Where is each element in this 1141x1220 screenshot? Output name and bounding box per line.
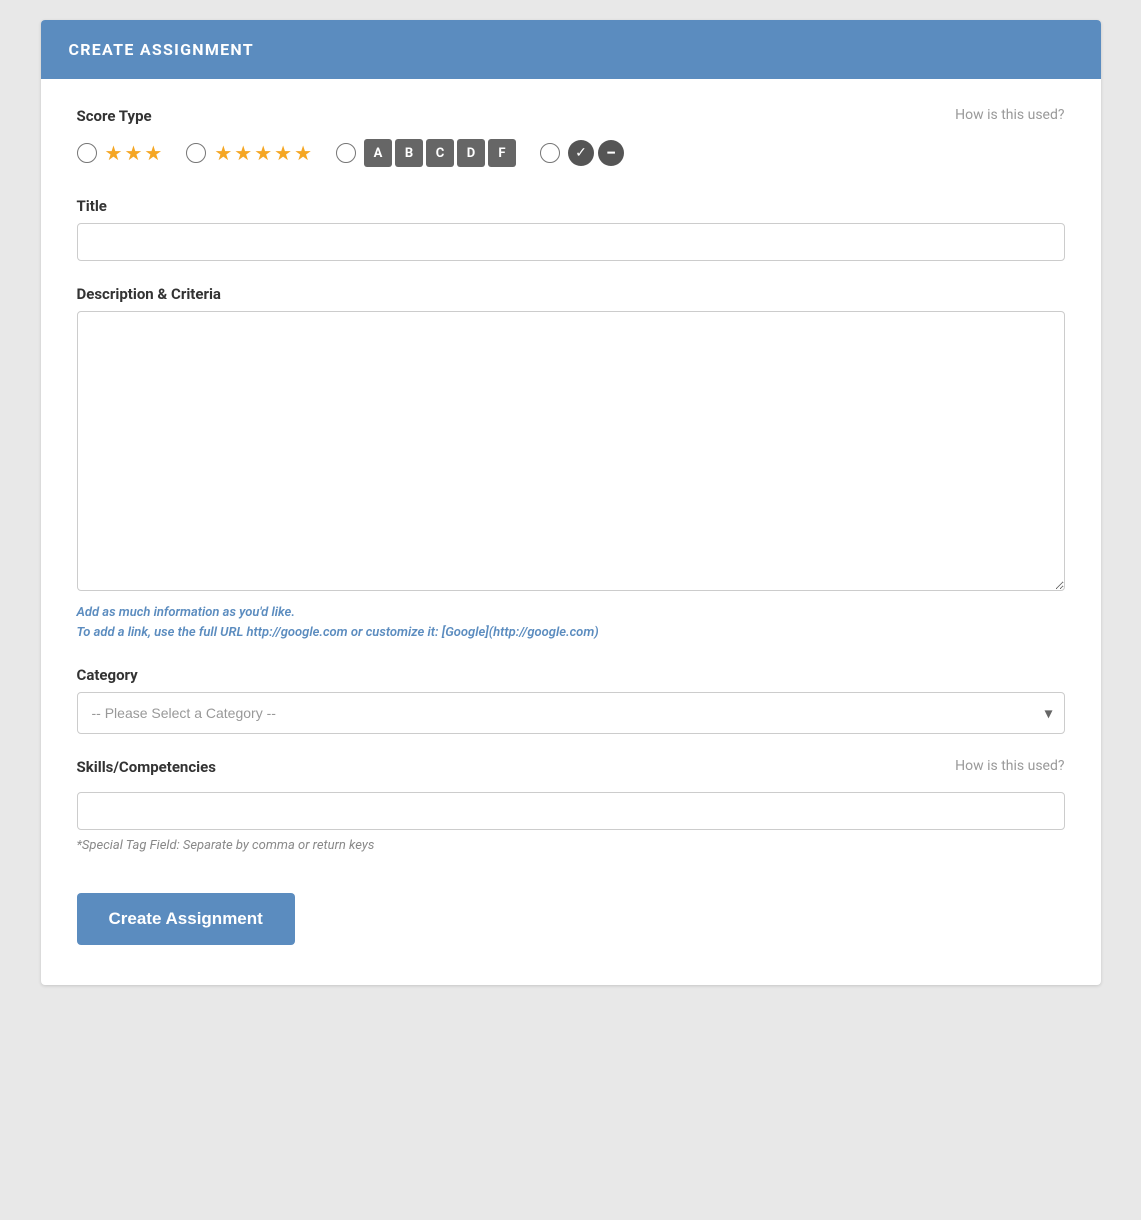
card-body: Score Type How is this used? ★ ★ ★ ★ ★ ★	[41, 79, 1101, 985]
create-assignment-card: CREATE ASSIGNMENT Score Type How is this…	[41, 20, 1101, 985]
grade-b: B	[395, 139, 423, 167]
score-type-section-header: Score Type How is this used?	[77, 107, 1065, 125]
star-3: ★	[254, 143, 272, 163]
skills-how-used-link[interactable]: How is this used?	[955, 758, 1064, 774]
special-tag-help-text: *Special Tag Field: Separate by comma or…	[77, 838, 1065, 853]
star-2: ★	[124, 143, 142, 163]
description-label: Description & Criteria	[77, 285, 1065, 303]
score-option-letter[interactable]: A B C D F	[336, 139, 516, 167]
score-radio-5star[interactable]	[186, 143, 206, 163]
category-field-group: Category -- Please Select a Category -- …	[77, 666, 1065, 734]
score-type-options: ★ ★ ★ ★ ★ ★ ★ ★ A	[77, 139, 1065, 167]
help-line-2-prefix: To add a link, use the full URL	[77, 625, 247, 640]
title-field-group: Title	[77, 197, 1065, 261]
star-5: ★	[294, 143, 312, 163]
five-star-display: ★ ★ ★ ★ ★	[214, 143, 312, 163]
title-label: Title	[77, 197, 1065, 215]
score-radio-3star[interactable]	[77, 143, 97, 163]
description-field-group: Description & Criteria Add as much infor…	[77, 285, 1065, 642]
category-select-wrapper: -- Please Select a Category -- ▾	[77, 692, 1065, 734]
grade-d: D	[457, 139, 485, 167]
score-type-how-used-link[interactable]: How is this used?	[955, 107, 1064, 123]
score-option-3star[interactable]: ★ ★ ★	[77, 143, 163, 163]
skills-field-group: Skills/Competencies How is this used? *S…	[77, 758, 1065, 853]
fail-icon: −	[598, 140, 624, 166]
letter-grade-display: A B C D F	[364, 139, 516, 167]
help-link-1: http://google.com	[247, 625, 348, 640]
star-1: ★	[105, 143, 123, 163]
score-type-label: Score Type	[77, 107, 152, 125]
pass-icon: ✓	[568, 140, 594, 166]
grade-a: A	[364, 139, 392, 167]
create-assignment-button[interactable]: Create Assignment	[77, 893, 295, 945]
help-line-1: Add as much information as you'd like.	[77, 605, 295, 620]
score-option-5star[interactable]: ★ ★ ★ ★ ★	[186, 143, 312, 163]
help-line-2-mid: or customize it:	[348, 625, 442, 640]
skills-input[interactable]	[77, 792, 1065, 830]
category-select[interactable]: -- Please Select a Category --	[77, 692, 1065, 734]
description-textarea[interactable]	[77, 311, 1065, 591]
grade-c: C	[426, 139, 454, 167]
category-label: Category	[77, 666, 1065, 684]
score-option-passfail[interactable]: ✓ −	[540, 140, 624, 166]
three-star-display: ★ ★ ★	[105, 143, 163, 163]
skills-label: Skills/Competencies	[77, 758, 216, 776]
help-link-2: [Google](http://google.com)	[442, 625, 599, 640]
star-2: ★	[234, 143, 252, 163]
star-3: ★	[144, 143, 162, 163]
skills-section-header: Skills/Competencies How is this used?	[77, 758, 1065, 784]
title-input[interactable]	[77, 223, 1065, 261]
card-title: CREATE ASSIGNMENT	[69, 40, 1073, 59]
description-help-text: Add as much information as you'd like. T…	[77, 603, 1065, 642]
pass-fail-display: ✓ −	[568, 140, 624, 166]
star-1: ★	[214, 143, 232, 163]
grade-f: F	[488, 139, 516, 167]
score-radio-passfail[interactable]	[540, 143, 560, 163]
card-header: CREATE ASSIGNMENT	[41, 20, 1101, 79]
score-radio-letter[interactable]	[336, 143, 356, 163]
star-4: ★	[274, 143, 292, 163]
